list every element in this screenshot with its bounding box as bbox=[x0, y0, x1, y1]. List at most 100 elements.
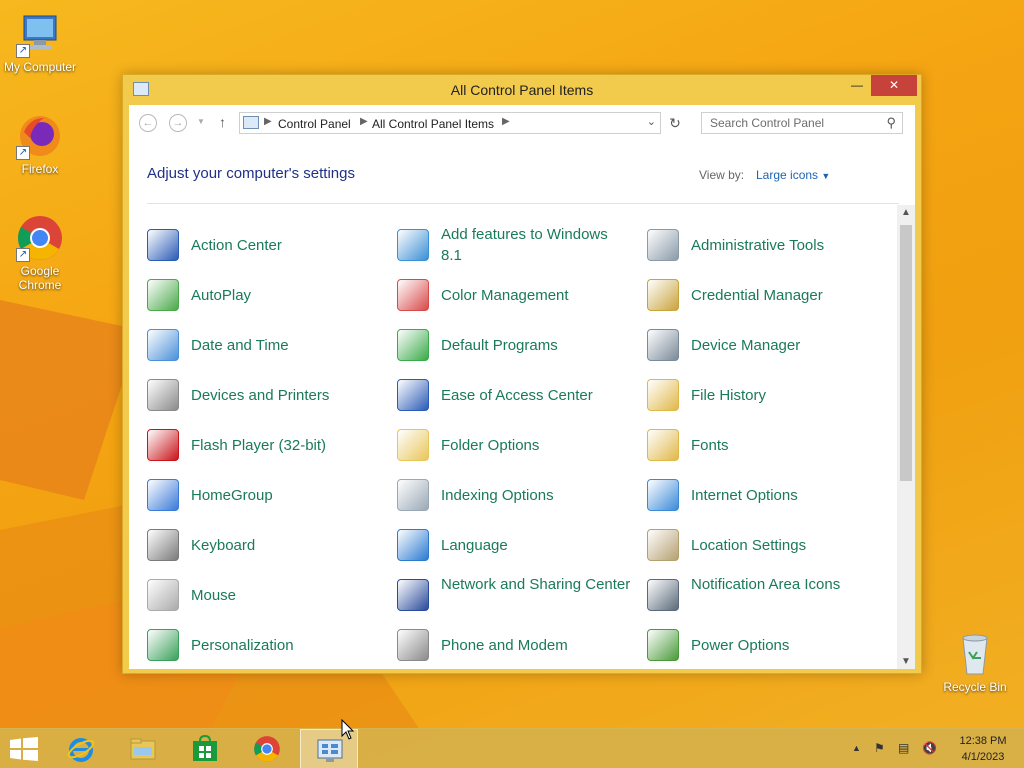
admin-tools-icon bbox=[647, 229, 679, 261]
control-panel-item-label: Action Center bbox=[191, 237, 282, 254]
maximize-button[interactable] bbox=[843, 75, 871, 96]
control-panel-item[interactable]: Devices and Printers bbox=[145, 371, 395, 417]
recent-locations-button[interactable]: ▼ bbox=[197, 117, 205, 126]
control-panel-item[interactable]: Phone and Modem bbox=[395, 621, 645, 667]
start-button[interactable] bbox=[0, 729, 58, 768]
control-panel-item-label: Personalization bbox=[191, 637, 294, 654]
control-panel-item-label: Color Management bbox=[441, 287, 569, 304]
control-panel-item-label: Fonts bbox=[691, 437, 729, 454]
page-title: Adjust your computer's settings bbox=[147, 165, 355, 182]
network-icon[interactable]: ▤ bbox=[898, 741, 909, 755]
phone-icon bbox=[397, 629, 429, 661]
up-button[interactable]: ↑ bbox=[219, 114, 226, 130]
chevron-down-icon: ▼ bbox=[821, 171, 831, 181]
breadcrumb-all-items[interactable]: All Control Panel Items bbox=[372, 117, 494, 131]
scrollbar[interactable]: ▲ ▼ bbox=[897, 205, 915, 669]
control-panel-item[interactable]: Color Management bbox=[395, 271, 645, 317]
control-panel-item-label: Add features to Windows 8.1 bbox=[441, 226, 608, 264]
chrome-icon: ↗ bbox=[16, 214, 64, 262]
scroll-down-icon[interactable]: ▼ bbox=[901, 656, 911, 667]
control-panel-item[interactable]: Indexing Options bbox=[395, 471, 645, 517]
control-panel-item[interactable]: Action Center bbox=[145, 221, 395, 267]
control-panel-item[interactable]: Language bbox=[395, 521, 645, 567]
search-input[interactable]: Search Control Panel ⚲ bbox=[701, 112, 903, 134]
control-panel-item[interactable]: Location Settings bbox=[645, 521, 895, 567]
address-bar: ← → ▼ ↑ ▶ Control Panel ▶ All Control Pa… bbox=[129, 105, 915, 139]
control-panel-item[interactable]: Date and Time bbox=[145, 321, 395, 367]
control-panel-window[interactable]: All Control Panel Items — ✕ ← → ▼ ↑ ▶ Co… bbox=[122, 74, 922, 674]
title-bar[interactable]: All Control Panel Items — ✕ bbox=[123, 75, 921, 105]
control-panel-item[interactable]: Ease of Access Center bbox=[395, 371, 645, 417]
mouse-cursor-icon bbox=[341, 718, 355, 746]
show-hidden-icons-button[interactable]: ▲ bbox=[852, 743, 861, 753]
address-field[interactable]: ▶ Control Panel ▶ All Control Panel Item… bbox=[239, 112, 661, 134]
control-panel-item[interactable]: Mouse bbox=[145, 571, 395, 617]
control-panel-icon bbox=[316, 736, 344, 764]
taskbar-file-explorer[interactable] bbox=[114, 729, 172, 768]
control-panel-item-label: Devices and Printers bbox=[191, 387, 330, 404]
control-panel-item[interactable]: Keyboard bbox=[145, 521, 395, 567]
search-icon: ⚲ bbox=[886, 115, 896, 130]
control-panel-item[interactable]: Internet Options bbox=[645, 471, 895, 517]
refresh-button[interactable]: ↻ bbox=[665, 113, 685, 133]
taskbar-chrome[interactable] bbox=[238, 729, 296, 768]
default-programs-icon bbox=[397, 329, 429, 361]
windows-start-icon bbox=[10, 737, 38, 761]
control-panel-item[interactable]: HomeGroup bbox=[145, 471, 395, 517]
control-panel-item[interactable]: Credential Manager bbox=[645, 271, 895, 317]
breadcrumb-control-panel[interactable]: Control Panel bbox=[278, 117, 351, 131]
desktop-icon-label: My Computer bbox=[3, 60, 77, 74]
file-explorer-icon bbox=[129, 735, 157, 763]
scroll-thumb[interactable] bbox=[900, 225, 912, 481]
close-button[interactable]: ✕ bbox=[871, 75, 917, 96]
desktop-icon-recycle-bin[interactable]: Recycle Bin bbox=[935, 630, 1015, 694]
control-panel-item[interactable]: Notification Area Icons bbox=[645, 571, 895, 617]
control-panel-item[interactable]: Device Manager bbox=[645, 321, 895, 367]
control-panel-item[interactable]: Folder Options bbox=[395, 421, 645, 467]
keyboard-icon bbox=[147, 529, 179, 561]
desktop-icon-label: Firefox bbox=[21, 162, 59, 176]
forward-button[interactable]: → bbox=[169, 114, 187, 132]
control-panel-item[interactable]: File History bbox=[645, 371, 895, 417]
taskbar-store[interactable] bbox=[176, 729, 234, 768]
printer-icon bbox=[147, 379, 179, 411]
control-panel-item[interactable]: AutoPlay bbox=[145, 271, 395, 317]
control-panel-item-label: File History bbox=[691, 387, 767, 404]
clock-icon bbox=[147, 329, 179, 361]
control-panel-item[interactable]: Default Programs bbox=[395, 321, 645, 367]
control-panel-item-label: Language bbox=[441, 537, 508, 554]
desktop-icon-chrome[interactable]: ↗ Google Chrome bbox=[0, 214, 80, 292]
recycle-bin-icon bbox=[951, 630, 999, 678]
computer-icon: ↗ bbox=[16, 10, 64, 58]
control-panel-item[interactable]: Add features to Windows 8.1 bbox=[395, 221, 645, 267]
control-panel-item-label: Date and Time bbox=[191, 337, 289, 354]
taskbar-ie[interactable] bbox=[52, 729, 110, 768]
firefox-icon: ↗ bbox=[16, 112, 64, 160]
folder-options-icon bbox=[397, 429, 429, 461]
clock[interactable]: 12:38 PM 4/1/2023 bbox=[950, 733, 1016, 765]
personalization-icon bbox=[147, 629, 179, 661]
action-center-flag-icon[interactable]: ⚑ bbox=[874, 741, 885, 755]
desktop-icon-my-computer[interactable]: ↗ My Computer bbox=[0, 10, 80, 74]
scroll-up-icon[interactable]: ▲ bbox=[901, 207, 911, 218]
view-by-dropdown[interactable]: Large icons ▼ bbox=[756, 168, 830, 182]
control-panel-item[interactable]: Fonts bbox=[645, 421, 895, 467]
control-panel-item-label: Phone and Modem bbox=[441, 637, 568, 654]
control-panel-item[interactable]: Power Options bbox=[645, 621, 895, 667]
back-button[interactable]: ← bbox=[139, 114, 157, 132]
add-features-icon bbox=[397, 229, 429, 261]
control-panel-item[interactable]: Network and Sharing Center bbox=[395, 571, 645, 617]
file-history-icon bbox=[647, 379, 679, 411]
wallpaper-shape bbox=[0, 300, 140, 500]
chevron-right-icon: ▶ bbox=[360, 116, 368, 127]
control-panel-item[interactable]: Flash Player (32-bit) bbox=[145, 421, 395, 467]
control-panel-item[interactable]: Administrative Tools bbox=[645, 221, 895, 267]
chevron-right-icon: ▶ bbox=[264, 116, 272, 127]
chrome-icon bbox=[253, 735, 281, 763]
speaker-muted-icon[interactable]: 🔇 bbox=[922, 741, 937, 755]
desktop-icon-firefox[interactable]: ↗ Firefox bbox=[0, 112, 80, 176]
chevron-down-icon[interactable]: ⌄ bbox=[647, 115, 656, 128]
divider bbox=[147, 203, 899, 204]
control-panel-item-label: Ease of Access Center bbox=[441, 387, 593, 404]
control-panel-item[interactable]: Personalization bbox=[145, 621, 395, 667]
